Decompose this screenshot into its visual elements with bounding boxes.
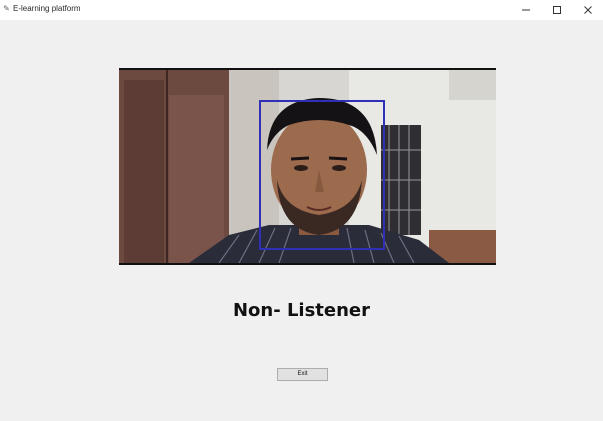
app-feather-icon: ✎ <box>3 4 10 13</box>
maximize-button[interactable] <box>541 0 573 20</box>
minimize-button[interactable] <box>510 0 542 20</box>
exit-button[interactable]: Exit <box>277 368 328 381</box>
attention-status-label: Non- Listener <box>232 300 371 321</box>
window-title: E-learning platform <box>13 4 81 13</box>
face-detection-box <box>259 100 385 250</box>
minimize-icon <box>522 9 530 11</box>
close-icon <box>584 6 592 14</box>
maximize-icon <box>553 6 561 14</box>
title-bar: ✎ E-learning platform <box>0 0 603 20</box>
close-button[interactable] <box>572 0 603 20</box>
